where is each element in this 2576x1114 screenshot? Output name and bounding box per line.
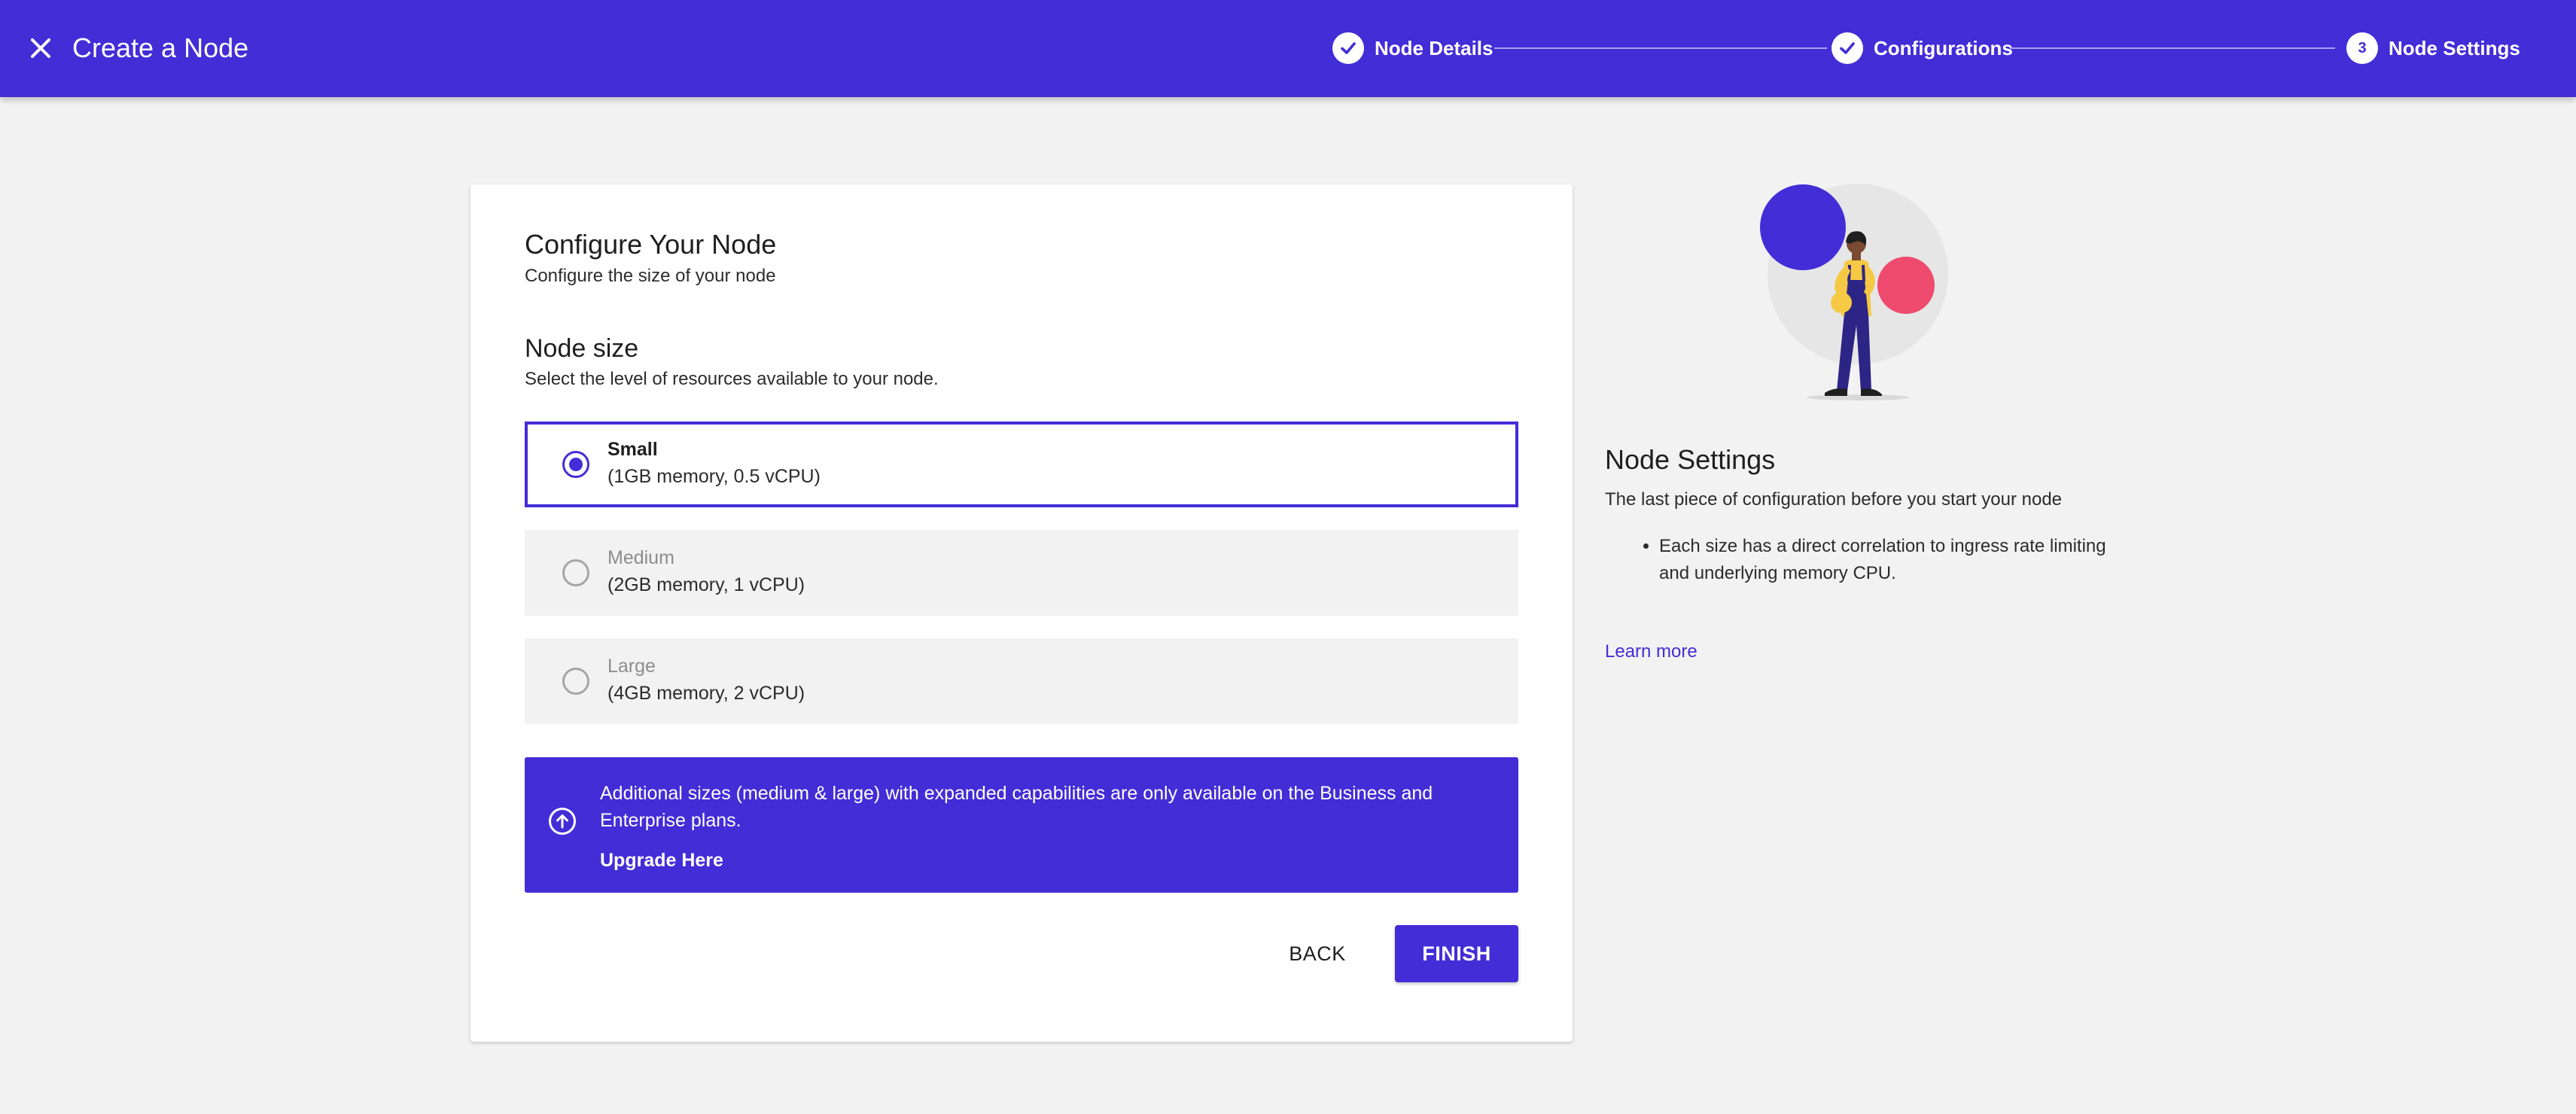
option-detail: (2GB memory, 1 vCPU): [607, 574, 805, 595]
upgrade-banner: Additional sizes (medium & large) with e…: [525, 757, 1518, 893]
stepper-connector: [1494, 47, 1827, 49]
panel-description: The last piece of configuration before y…: [1605, 489, 2063, 510]
size-option-medium[interactable]: Medium (2GB memory, 1 vCPU): [525, 530, 1518, 616]
step-number-indicator: 3: [2346, 32, 2378, 64]
step-label: Node Details: [1375, 36, 1494, 59]
check-icon: [1341, 42, 1356, 54]
step-label: Configurations: [1874, 36, 2013, 59]
page-title: Create a Node: [72, 32, 249, 63]
upgrade-message: Additional sizes (medium & large) with e…: [600, 783, 1433, 831]
option-detail: (4GB memory, 2 vCPU): [607, 683, 805, 704]
close-icon: [31, 38, 50, 58]
radio-unselected-icon[interactable]: [562, 668, 589, 695]
node-size-title: Node size: [525, 334, 639, 363]
configure-node-card: Configure Your Node Configure the size o…: [470, 184, 1573, 1042]
learn-more-link[interactable]: Learn more: [1605, 640, 1698, 664]
step-node-details[interactable]: Node Details: [1332, 32, 1494, 65]
card-title: Configure Your Node: [525, 229, 777, 260]
panel-bullet-list: Each size has a direct correlation to in…: [1605, 533, 2132, 587]
option-detail: (1GB memory, 0.5 vCPU): [607, 466, 821, 487]
radio-selected-icon[interactable]: [562, 451, 589, 478]
step-complete-indicator: [1332, 32, 1364, 64]
step-configurations[interactable]: Configurations: [1832, 32, 2013, 65]
panel-title: Node Settings: [1605, 444, 1776, 475]
step-label: Node Settings: [2389, 36, 2520, 59]
step-node-settings[interactable]: 3 Node Settings: [2346, 32, 2520, 65]
close-button[interactable]: [23, 30, 59, 66]
card-subtitle: Configure the size of your node: [525, 266, 776, 286]
option-name: Small: [607, 439, 658, 460]
arrow-up-circle-icon: [549, 808, 576, 835]
stepper-connector: [2010, 47, 2335, 49]
option-name: Medium: [607, 547, 674, 568]
check-icon: [1840, 42, 1855, 54]
top-app-bar: Create a Node Node Details Configuration…: [0, 0, 2576, 97]
size-option-large[interactable]: Large (4GB memory, 2 vCPU): [525, 638, 1518, 724]
finish-button[interactable]: FINISH: [1395, 925, 1518, 982]
node-settings-illustration: [1760, 184, 1948, 400]
back-button[interactable]: BACK: [1268, 925, 1366, 982]
size-option-small[interactable]: Small (1GB memory, 0.5 vCPU): [525, 422, 1518, 507]
radio-unselected-icon[interactable]: [562, 559, 589, 586]
step-complete-indicator: [1832, 32, 1863, 64]
node-size-subtitle: Select the level of resources available …: [525, 369, 939, 389]
list-item: Each size has a direct correlation to in…: [1659, 533, 2132, 587]
step-number: 3: [2358, 39, 2367, 56]
option-name: Large: [607, 656, 656, 677]
upgrade-link[interactable]: Upgrade Here: [600, 847, 723, 874]
